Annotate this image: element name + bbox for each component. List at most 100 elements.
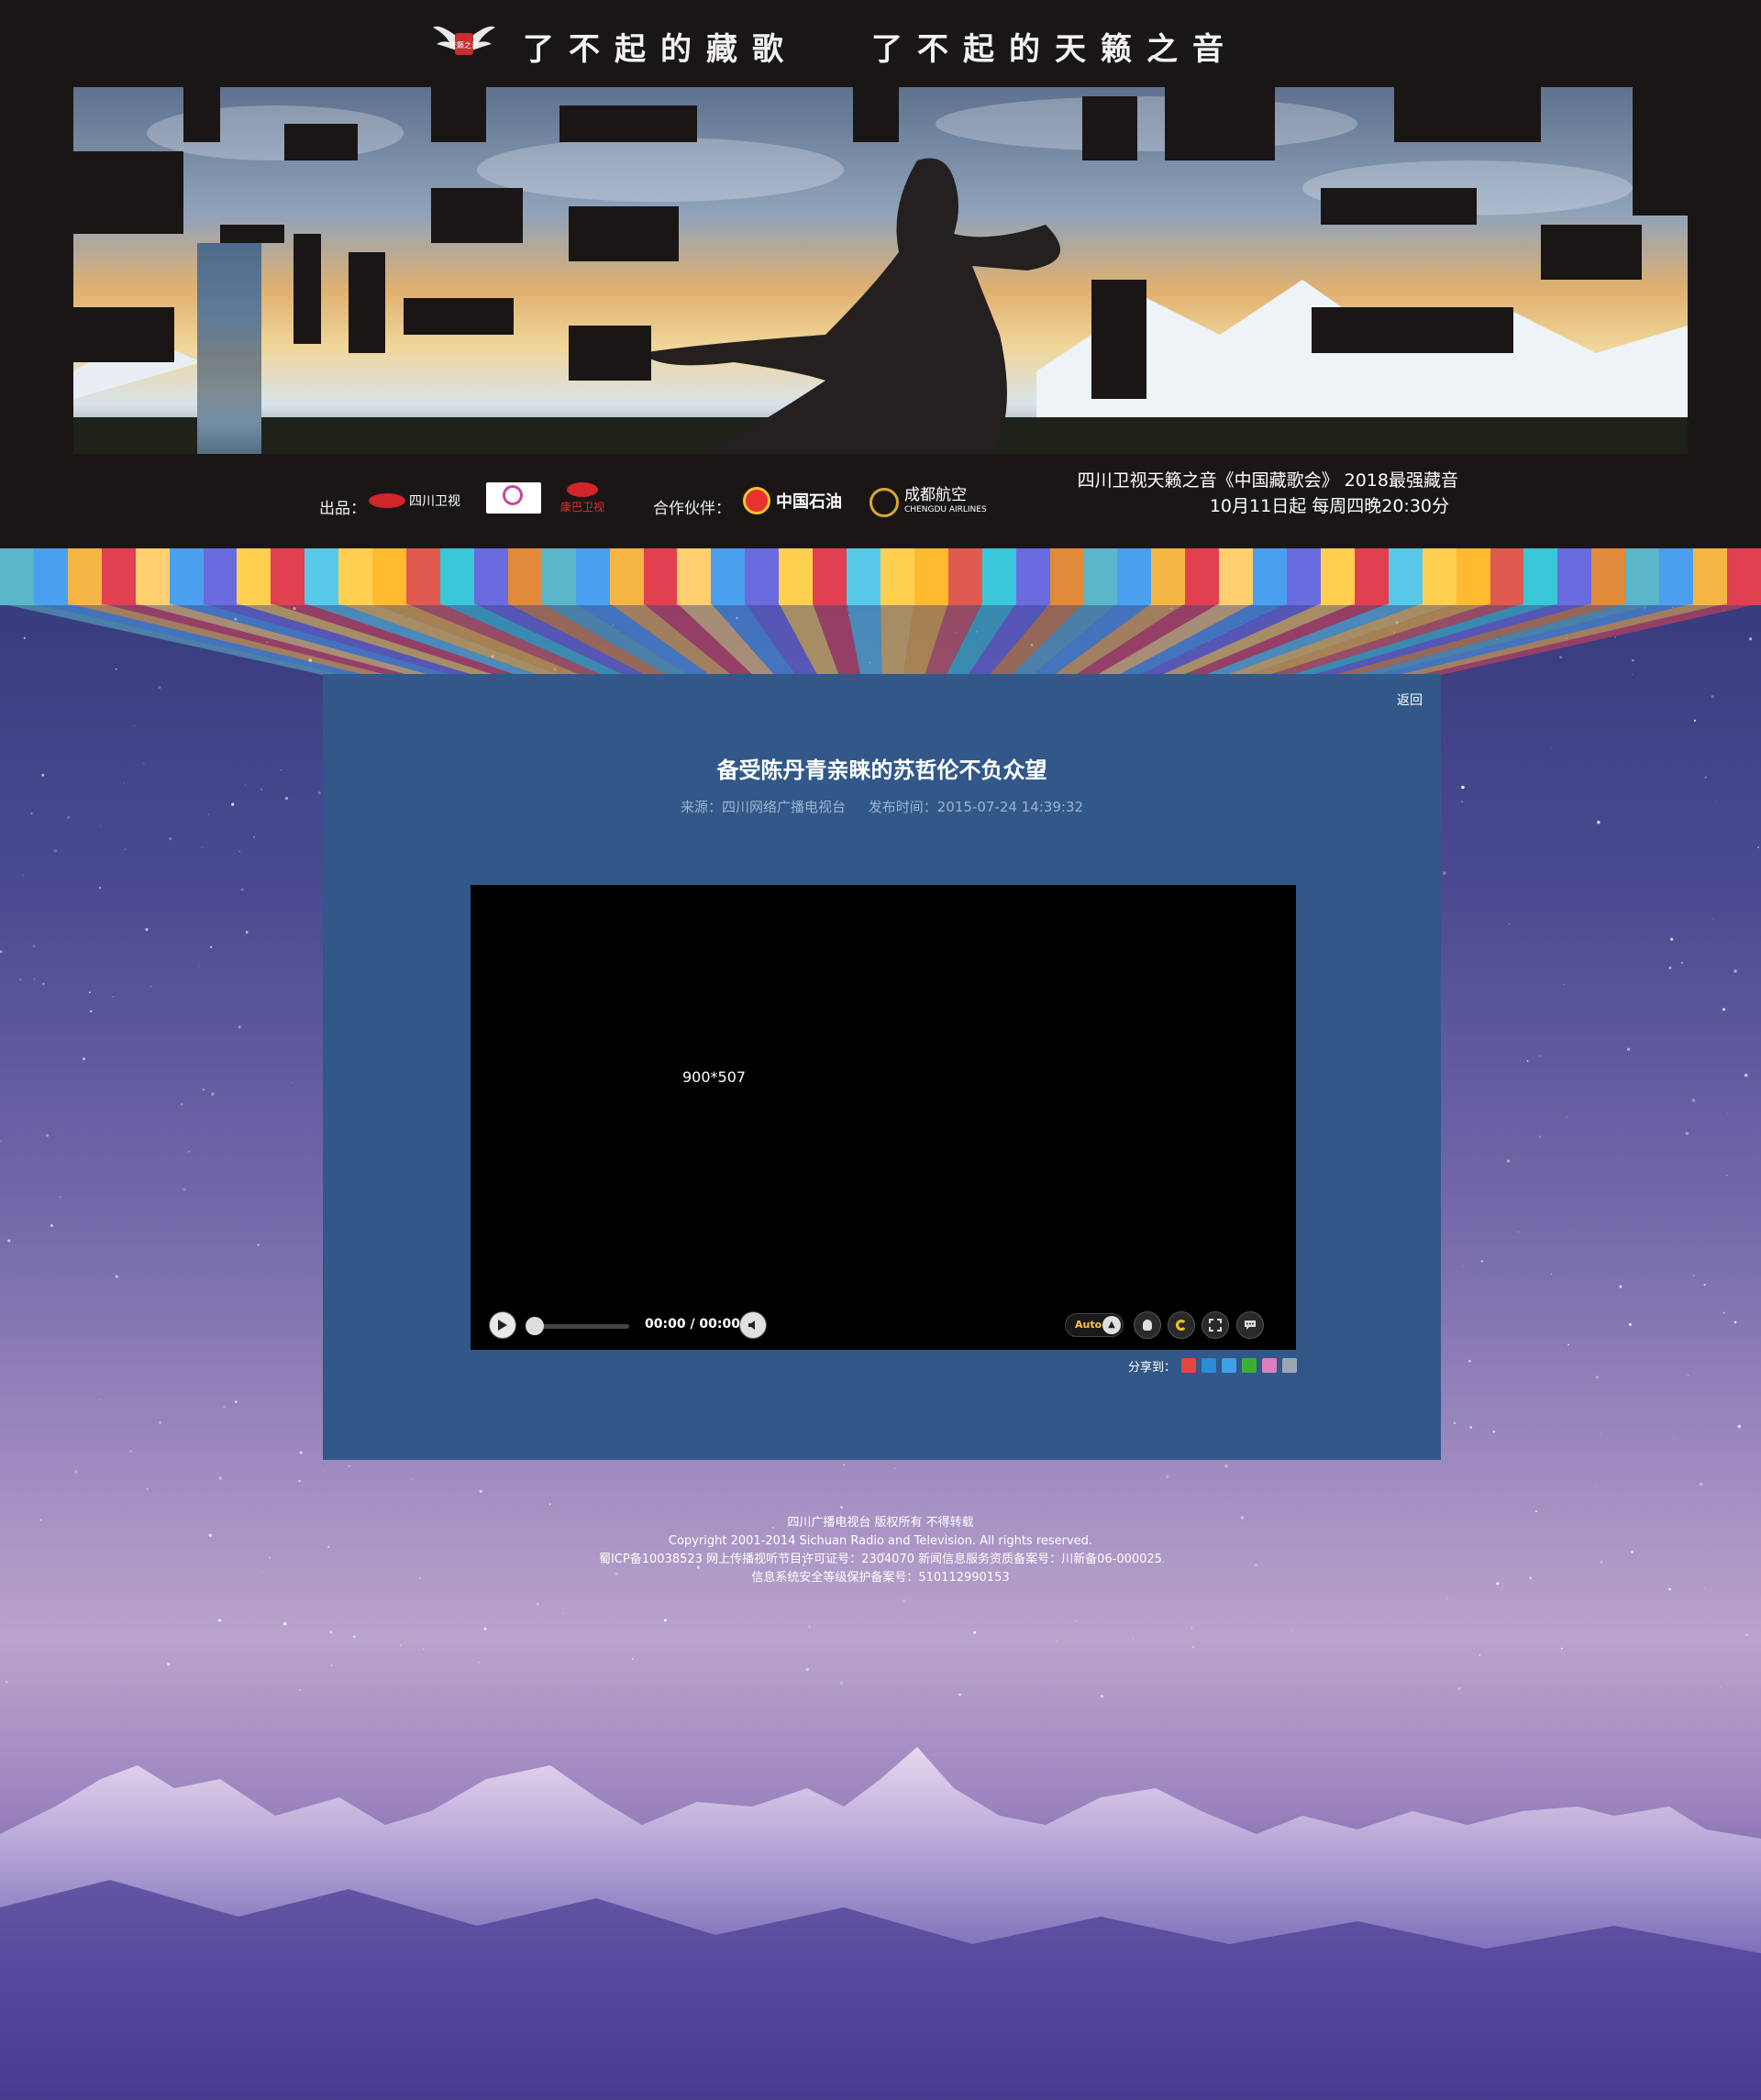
stripe-segment [237,548,271,605]
star [67,815,71,819]
sponsor-bar: 出品： 四川卫视 康巴卫视 合作伙伴： 中国石油 成都航空 CHENGDU AI… [0,477,1761,532]
slogan-left: 了不起的藏歌 [523,30,798,68]
star [894,1467,896,1469]
star [159,1420,162,1424]
stripe-segment [1625,548,1660,605]
weibo-share-icon[interactable] [1181,1358,1197,1373]
more-share-icon[interactable] [1282,1358,1298,1373]
progress-track[interactable] [533,1324,629,1329]
danmaku-button[interactable] [1236,1311,1264,1339]
star [1567,1343,1570,1346]
stripe-segment [203,548,238,605]
star [483,1627,487,1630]
star [0,950,3,954]
renren-share-icon[interactable] [1262,1358,1278,1373]
star [112,996,114,998]
star [146,1488,149,1490]
star [352,1635,356,1638]
star [245,931,249,934]
stripe-segment [847,548,880,605]
star [548,1503,551,1506]
star [479,1489,482,1493]
quality-button[interactable]: Auto ▲ [1065,1313,1124,1337]
partner-label: 合作伙伴： [653,500,731,518]
star [1132,1638,1134,1640]
star [1628,1322,1632,1326]
star [150,986,151,988]
star [1563,983,1566,986]
petrochina-logo: 中国石油 [743,482,842,519]
stripe-segment [1490,548,1524,605]
star [32,945,36,948]
star [197,966,199,967]
petrochina-icon [743,487,770,514]
volume-button[interactable] [739,1311,767,1339]
play-button[interactable] [489,1311,516,1339]
star [167,1663,171,1666]
star [460,1638,462,1640]
banner-title-art [73,78,1688,472]
stripe-segment [813,548,847,605]
star [83,1057,85,1061]
stripe-segment [33,548,68,605]
star [1192,1646,1194,1648]
refresh-button[interactable] [1168,1311,1195,1339]
stripe-segment [1185,548,1220,605]
star [1687,1375,1689,1376]
star [180,1102,183,1106]
star [958,1693,961,1697]
star [1680,961,1683,964]
star [1550,1273,1552,1275]
kangba-tv-logo: 康巴卫视 [559,482,605,523]
star [1685,1132,1689,1135]
stripe-segment [338,548,373,605]
star [202,1088,205,1091]
fullscreen-button[interactable] [1202,1311,1229,1339]
star [1692,1275,1695,1277]
video-player[interactable]: 900*507 00:00 / 00:00 Auto ▲ [471,885,1296,1350]
star [133,724,135,727]
star [218,1619,222,1622]
star [1453,1421,1456,1424]
star [1745,1633,1748,1637]
kangba-icon [567,482,598,497]
star [902,1598,906,1603]
star [929,1642,931,1644]
lightbulb-icon [1143,1320,1152,1331]
stripe-segment [947,548,982,605]
progress-knob[interactable] [526,1317,544,1335]
star [808,1625,811,1629]
star [143,763,145,765]
stripe-segment [1354,548,1389,605]
footer-security: 信息系统安全等级保护备案号：510112990153 [751,1571,1010,1585]
star [299,1451,303,1454]
star [183,1188,186,1191]
stripe-segment [643,548,678,605]
star [187,1150,190,1153]
star [1517,1231,1520,1233]
back-link[interactable]: 返回 [1397,691,1423,709]
volume-icon [748,1321,755,1330]
qq-share-icon[interactable] [1222,1358,1237,1373]
star [50,1224,53,1227]
light-button[interactable] [1134,1311,1161,1339]
color-stripe [0,548,1761,605]
star [1722,1008,1726,1011]
stripe-segment [880,548,914,605]
star [1450,1460,1451,1462]
star [839,1681,844,1685]
stripe-segment [1015,548,1050,605]
qzone-share-icon[interactable] [1202,1358,1217,1373]
kangba-text: 康巴卫视 [559,501,604,514]
stripe-segment [575,548,610,605]
slogan-bar: 了不起的藏歌 了不起的天籁之音 [0,18,1761,73]
stripe-segment [67,548,102,605]
star [231,802,235,806]
star [1668,966,1672,969]
wechat-share-icon[interactable] [1242,1358,1257,1373]
star [1468,1359,1471,1363]
star [222,1405,226,1409]
star [115,1275,118,1278]
chengdu-airlines-logo: 成都航空 CHENGDU AIRLINES [869,482,987,523]
star [41,773,45,777]
